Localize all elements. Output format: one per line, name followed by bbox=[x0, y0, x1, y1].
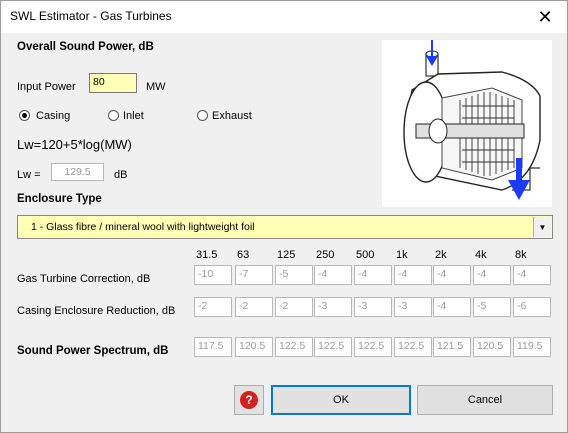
radio-exhaust-label: Exhaust bbox=[212, 110, 252, 122]
casing-enclosure-reduction-cell: -2 bbox=[275, 297, 313, 317]
input-power-field[interactable]: 80 bbox=[89, 73, 137, 93]
band-header: 125 bbox=[277, 249, 296, 261]
dialog-window: SWL Estimator - Gas Turbines ✕ Overall S… bbox=[0, 0, 568, 433]
band-header: 8k bbox=[515, 249, 527, 261]
casing-enclosure-reduction-cell: -5 bbox=[473, 297, 511, 317]
gas-turbine-correction-cell: -4 bbox=[394, 265, 432, 285]
cancel-button[interactable]: Cancel bbox=[417, 385, 553, 415]
enclosure-type-select[interactable]: 1 - Glass fibre / mineral wool with ligh… bbox=[17, 215, 553, 239]
title-bar: SWL Estimator - Gas Turbines ✕ bbox=[1, 1, 567, 33]
sound-power-spectrum-cell: 122.5 bbox=[354, 337, 392, 357]
band-header: 63 bbox=[237, 249, 250, 261]
radio-exhaust[interactable] bbox=[197, 110, 208, 121]
enclosure-selected-value: 1 - Glass fibre / mineral wool with ligh… bbox=[31, 221, 255, 233]
gas-turbine-correction-cell: -7 bbox=[235, 265, 273, 285]
close-icon[interactable]: ✕ bbox=[523, 1, 567, 33]
casing-enclosure-reduction-cell: -3 bbox=[394, 297, 432, 317]
overall-heading: Overall Sound Power, dB bbox=[17, 41, 154, 53]
gas-turbine-correction-cell: -4 bbox=[513, 265, 551, 285]
window-title: SWL Estimator - Gas Turbines bbox=[10, 9, 172, 23]
help-button[interactable]: ? bbox=[234, 385, 264, 415]
radio-inlet-label: Inlet bbox=[123, 110, 144, 122]
sound-power-spectrum-cell: 117.5 bbox=[194, 337, 232, 357]
sound-power-spectrum-cell: 120.5 bbox=[235, 337, 273, 357]
radio-casing[interactable] bbox=[19, 110, 30, 121]
band-header: 1k bbox=[396, 249, 408, 261]
casing-enclosure-reduction-cell: -4 bbox=[433, 297, 471, 317]
input-power-label: Input Power bbox=[17, 81, 76, 93]
sound-power-spectrum-cell: 122.5 bbox=[394, 337, 432, 357]
chevron-down-icon[interactable]: ▼ bbox=[533, 217, 551, 237]
gas-turbine-correction-cell: -4 bbox=[314, 265, 352, 285]
gas-turbine-correction-cell: -5 bbox=[275, 265, 313, 285]
sound-power-spectrum-cell: 122.5 bbox=[275, 337, 313, 357]
help-icon: ? bbox=[240, 391, 258, 409]
gas-turbine-illustration bbox=[382, 40, 552, 207]
ok-button[interactable]: OK bbox=[271, 385, 411, 415]
band-header: 4k bbox=[475, 249, 487, 261]
band-header: 250 bbox=[316, 249, 335, 261]
lw-unit: dB bbox=[114, 169, 128, 181]
casing-enclosure-reduction-label: Casing Enclosure Reduction, dB bbox=[17, 305, 176, 317]
radio-inlet[interactable] bbox=[108, 110, 119, 121]
casing-enclosure-reduction-cell: -3 bbox=[354, 297, 392, 317]
band-header: 31.5 bbox=[196, 249, 218, 261]
band-header: 500 bbox=[356, 249, 375, 261]
casing-enclosure-reduction-cell: -6 bbox=[513, 297, 551, 317]
gas-turbine-correction-cell: -4 bbox=[354, 265, 392, 285]
gas-turbine-correction-label: Gas Turbine Correction, dB bbox=[17, 273, 151, 285]
sound-power-spectrum-label: Sound Power Spectrum, dB bbox=[17, 345, 169, 357]
casing-enclosure-reduction-cell: -3 bbox=[314, 297, 352, 317]
lw-label: Lw = bbox=[17, 169, 41, 181]
lw-field: 129.5 bbox=[51, 163, 104, 181]
sound-power-spectrum-cell: 122.5 bbox=[314, 337, 352, 357]
gas-turbine-correction-cell: -10 bbox=[194, 265, 232, 285]
formula-text: Lw=120+5*log(MW) bbox=[17, 137, 132, 152]
radio-casing-label: Casing bbox=[36, 110, 71, 122]
enclosure-heading: Enclosure Type bbox=[17, 193, 102, 205]
sound-power-spectrum-cell: 121.5 bbox=[433, 337, 471, 357]
sound-power-spectrum-cell: 119.5 bbox=[513, 337, 551, 357]
input-power-unit: MW bbox=[146, 81, 166, 93]
band-header: 2k bbox=[435, 249, 447, 261]
casing-enclosure-reduction-cell: -2 bbox=[194, 297, 232, 317]
sound-power-spectrum-cell: 120.5 bbox=[473, 337, 511, 357]
gas-turbine-correction-cell: -4 bbox=[433, 265, 471, 285]
gas-turbine-correction-cell: -4 bbox=[473, 265, 511, 285]
casing-enclosure-reduction-cell: -2 bbox=[235, 297, 273, 317]
